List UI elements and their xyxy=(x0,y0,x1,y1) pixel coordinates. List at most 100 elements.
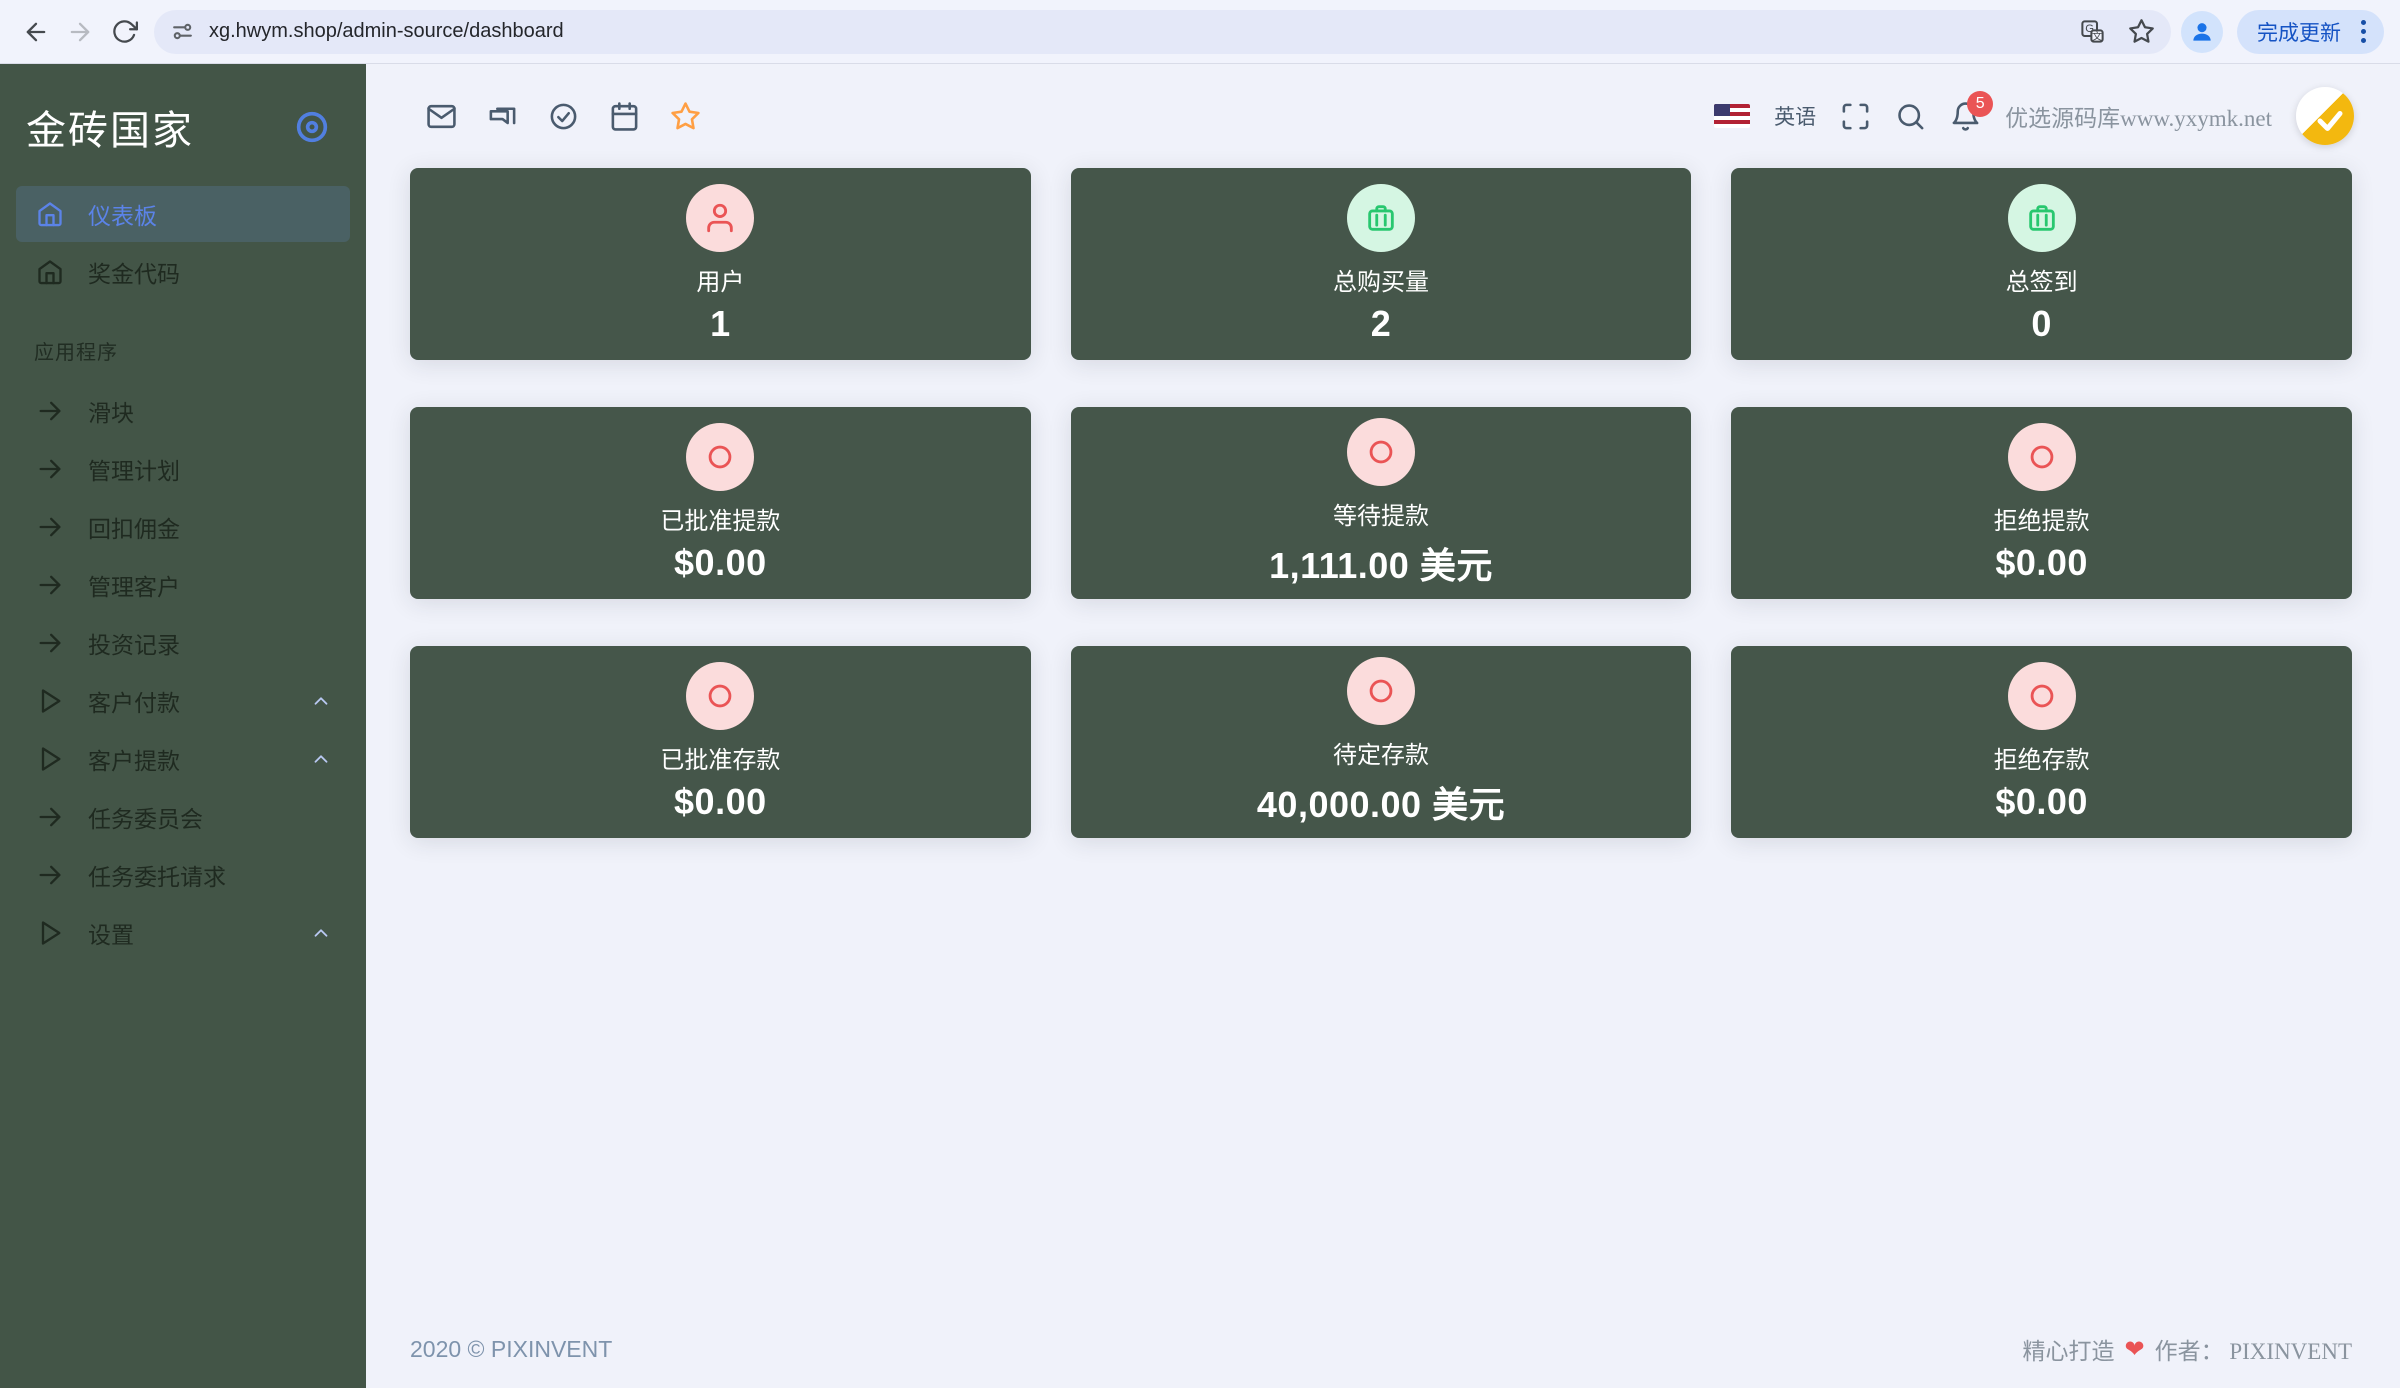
stat-card-value: 1,111.00 美元 xyxy=(1269,537,1493,589)
stat-card-value: 2 xyxy=(1371,303,1392,345)
browser-profile-button[interactable] xyxy=(2181,11,2223,53)
stat-card: 待定存款 40,000.00 美元 xyxy=(1071,646,1692,838)
sidebar-collapse-toggle-icon[interactable] xyxy=(292,107,332,147)
stat-card: 用户 1 xyxy=(410,168,1031,360)
sidebar-item-label: 回扣佣金 xyxy=(88,510,332,544)
play-icon xyxy=(36,745,64,773)
sidebar-item[interactable]: 回扣佣金 xyxy=(16,499,350,555)
top-navbar: 英语 5 优选源码库www.yxymk.net xyxy=(366,64,2400,168)
browser-forward-button[interactable] xyxy=(58,10,102,54)
disc-icon xyxy=(703,679,737,713)
email-icon[interactable] xyxy=(426,101,457,132)
disc-icon xyxy=(2025,440,2059,474)
arrow-icon xyxy=(36,803,64,831)
sidebar-item[interactable]: 滑块 xyxy=(16,383,350,439)
notification-count-badge: 5 xyxy=(1967,91,1993,117)
play-icon xyxy=(36,687,64,715)
bookmark-star-icon[interactable] xyxy=(2128,18,2155,45)
arrow-icon xyxy=(36,397,64,425)
stat-icon-circle xyxy=(1347,657,1415,725)
stat-card: 已批准提款$0.00 xyxy=(410,407,1031,599)
caret-icon xyxy=(310,690,332,712)
briefcase-icon xyxy=(2025,201,2059,235)
browser-toolbar: xg.hwym.shop/admin-source/dashboard G文 完… xyxy=(0,0,2400,64)
sidebar-item-label: 奖金代码 xyxy=(88,255,332,289)
browser-back-button[interactable] xyxy=(14,10,58,54)
us-flag-icon[interactable] xyxy=(1714,104,1750,128)
sidebar-item[interactable]: 任务委员会 xyxy=(16,789,350,845)
user-icon xyxy=(703,201,737,235)
footer-made-text: 精心打造 xyxy=(2022,1332,2114,1366)
sidebar-item-label: 滑块 xyxy=(88,394,332,428)
avatar-check-icon xyxy=(2315,106,2345,136)
sidebar-item[interactable]: 管理计划 xyxy=(16,441,350,497)
sidebar-item[interactable]: 客户付款 xyxy=(16,673,350,729)
stat-card-label: 拒绝存款 xyxy=(1994,740,2090,775)
sidebar: 金砖国家 仪表板奖金代码应用程序滑块管理计划回扣佣金管理客户投资记录客户付款客户… xyxy=(0,64,366,1388)
search-icon[interactable] xyxy=(1895,101,1926,132)
stat-icon-circle xyxy=(2008,662,2076,730)
stat-card-value: 1 xyxy=(710,303,731,345)
sidebar-item[interactable]: 投资记录 xyxy=(16,615,350,671)
browser-menu-icon[interactable] xyxy=(2353,20,2374,43)
sidebar-item[interactable]: 仪表板 xyxy=(16,186,350,242)
notifications-button[interactable]: 5 xyxy=(1950,101,1981,132)
heart-icon: ❤ xyxy=(2124,1335,2144,1363)
stat-card-value: $0.00 xyxy=(1995,781,2088,823)
footer-author-text: 作者： PIXINVENT xyxy=(2155,1332,2352,1366)
reload-icon xyxy=(111,18,138,45)
todo-check-icon[interactable] xyxy=(548,101,579,132)
sidebar-item-label: 任务委托请求 xyxy=(88,858,332,892)
stat-card-label: 已批准存款 xyxy=(660,740,780,775)
sidebar-item-label: 管理客户 xyxy=(88,568,332,602)
site-info-icon[interactable] xyxy=(170,19,195,44)
disc-icon xyxy=(1364,674,1398,708)
stat-card: 总购买量2 xyxy=(1071,168,1692,360)
play-icon xyxy=(36,919,64,947)
stat-card-value: 40,000.00 美元 xyxy=(1257,776,1505,828)
favorites-star-icon[interactable] xyxy=(670,101,701,132)
caret-icon xyxy=(310,748,332,770)
home-icon xyxy=(36,200,64,228)
chrome-update-button[interactable]: 完成更新 xyxy=(2237,10,2384,54)
browser-reload-button[interactable] xyxy=(102,10,146,54)
calendar-icon[interactable] xyxy=(609,101,640,132)
sidebar-item[interactable]: 奖金代码 xyxy=(16,244,350,300)
address-bar[interactable]: xg.hwym.shop/admin-source/dashboard G文 xyxy=(154,10,2171,54)
sidebar-item-label: 设置 xyxy=(88,916,310,950)
stat-icon-circle xyxy=(686,423,754,491)
home-icon xyxy=(36,258,64,286)
arrow-icon xyxy=(36,861,64,889)
url-text[interactable]: xg.hwym.shop/admin-source/dashboard xyxy=(209,20,2079,43)
sidebar-item-label: 客户付款 xyxy=(88,684,310,718)
sidebar-item-label: 投资记录 xyxy=(88,626,332,660)
stat-card-label: 待定存款 xyxy=(1333,735,1429,770)
language-selector[interactable]: 英语 xyxy=(1774,101,1816,131)
stat-icon-circle xyxy=(686,662,754,730)
stat-card: 等待提款1,111.00 美元 xyxy=(1071,407,1692,599)
stat-card-label: 总签到 xyxy=(2006,262,2078,297)
chat-icon[interactable] xyxy=(487,101,518,132)
stat-icon-circle xyxy=(2008,423,2076,491)
back-arrow-icon xyxy=(22,18,50,46)
forward-arrow-icon xyxy=(66,18,94,46)
sidebar-item[interactable]: 客户提款 xyxy=(16,731,350,787)
sidebar-item-label: 任务委员会 xyxy=(88,800,332,834)
profile-person-icon xyxy=(2189,19,2215,45)
sidebar-item[interactable]: 管理客户 xyxy=(16,557,350,613)
stat-card: 拒绝提款$0.00 xyxy=(1731,407,2352,599)
fullscreen-icon[interactable] xyxy=(1840,101,1871,132)
stat-icon-circle xyxy=(1347,418,1415,486)
sidebar-item[interactable]: 任务委托请求 xyxy=(16,847,350,903)
stat-card-label: 已批准提款 xyxy=(660,501,780,536)
stat-icon-circle xyxy=(686,184,754,252)
watermark-text: 优选源码库www.yxymk.net xyxy=(2005,99,2272,133)
translate-icon[interactable]: G文 xyxy=(2079,18,2106,45)
stat-card-value: $0.00 xyxy=(674,781,767,823)
brand-title: 金砖国家 xyxy=(26,98,194,156)
sidebar-item[interactable]: 设置 xyxy=(16,905,350,961)
user-avatar[interactable] xyxy=(2296,87,2354,145)
main-content: 英语 5 优选源码库www.yxymk.net 用户1总购买量2总签到0已批准提… xyxy=(366,64,2400,1388)
stat-card-label: 用户 xyxy=(696,262,744,297)
stat-card-label: 拒绝提款 xyxy=(1994,501,2090,536)
